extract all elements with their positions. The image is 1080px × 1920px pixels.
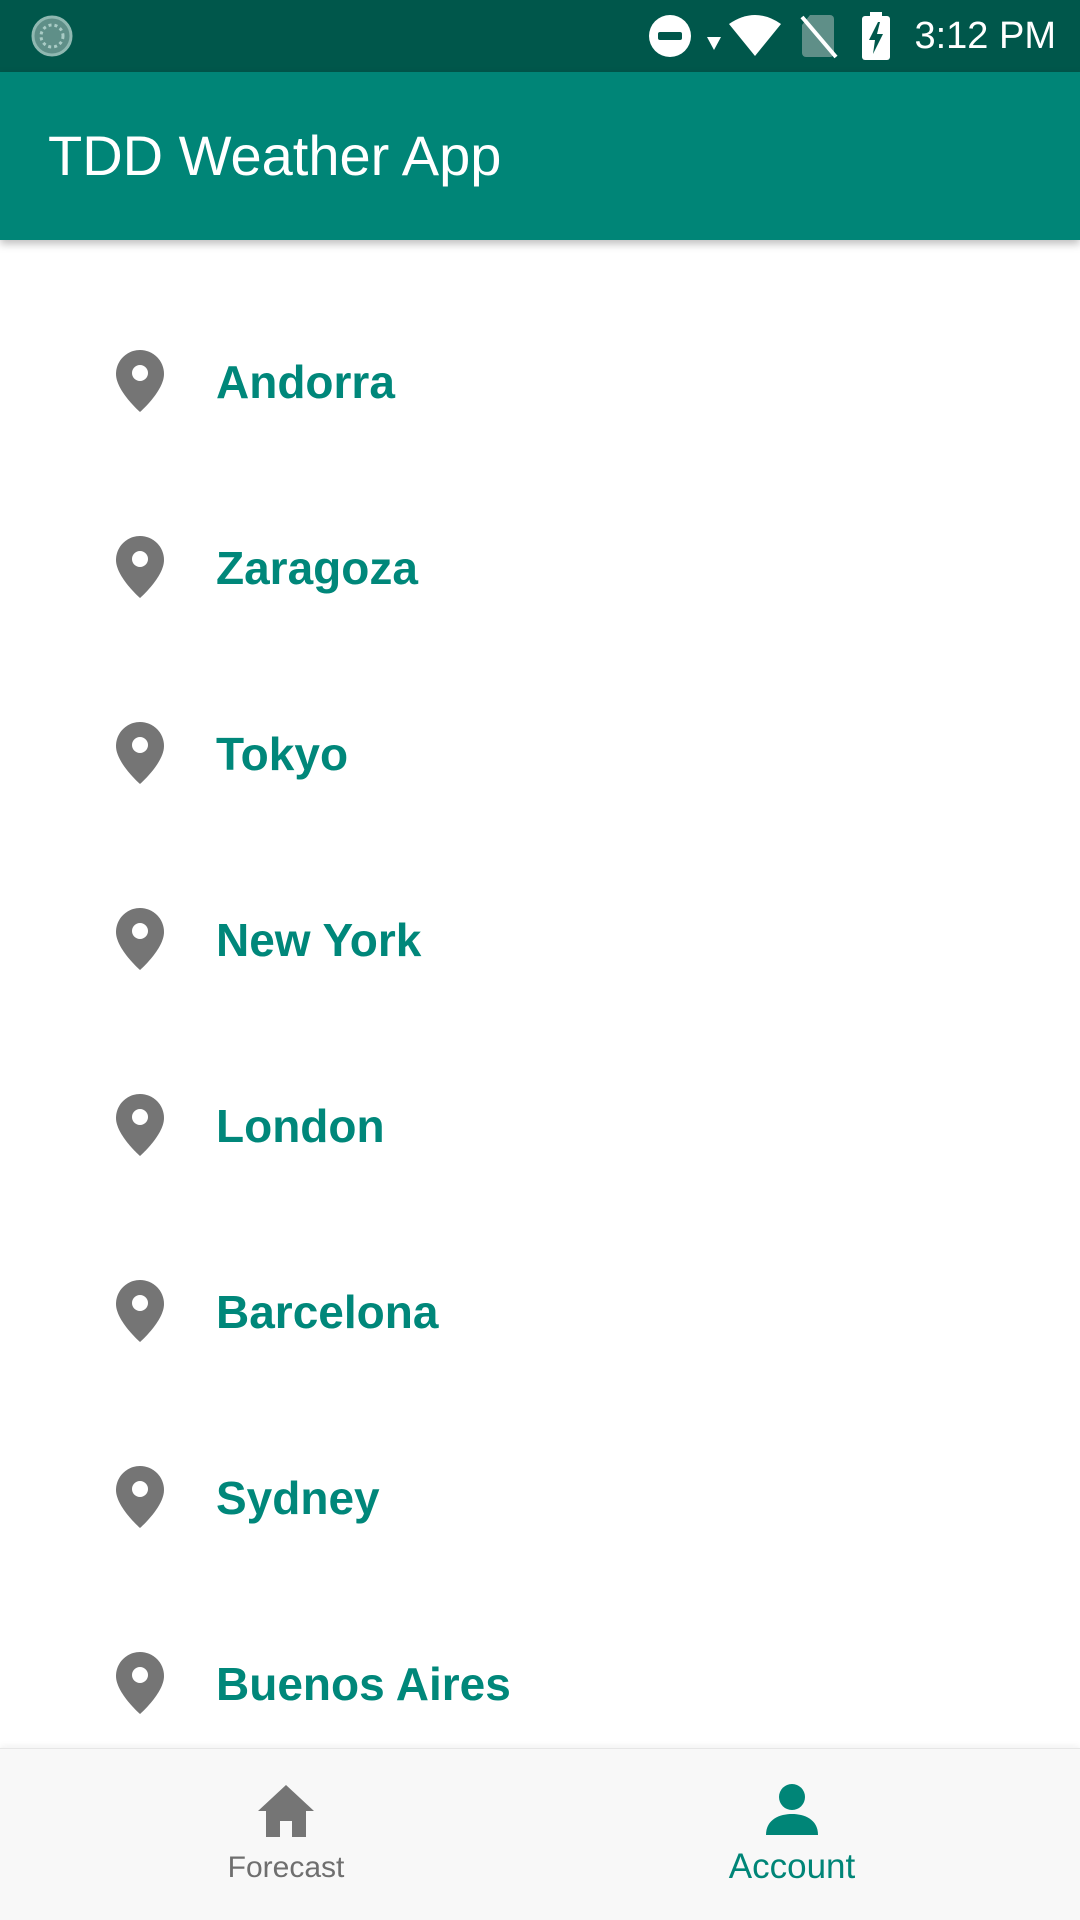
location-pin-icon [116,908,164,970]
list-item[interactable]: London [0,984,1080,1170]
nav-item-forecast[interactable]: Forecast [16,1749,556,1920]
app-bar: TDD Weather App [0,72,1080,240]
location-pin-icon [116,350,164,412]
city-name: Andorra [216,356,395,408]
city-name: Tokyo [216,728,349,780]
location-pin-icon [116,536,164,598]
status-time: 3:12 PM [914,14,1056,57]
location-pin-icon [116,1466,164,1528]
nav-label-account: Account [728,1847,856,1886]
data-arrow-icon [706,35,722,51]
location-pin-icon [116,722,164,784]
person-icon [760,1779,824,1843]
status-icons: 3:12 PM [630,0,1056,72]
nav-label-forecast: Forecast [227,1851,345,1884]
location-pin-icon [116,1280,164,1342]
sync-icon [30,14,74,58]
page-title: TDD Weather App [48,124,502,187]
bottom-navigation: Forecast Account [0,1748,1080,1920]
location-pin-icon [116,1094,164,1156]
city-name: Barcelona [216,1286,439,1338]
list-item[interactable]: Buenos Aires [0,1542,1080,1728]
city-name: Sydney [216,1472,380,1524]
list-item[interactable]: New York [0,798,1080,984]
do-not-disturb-icon [648,14,692,58]
list-item[interactable]: Zaragoza [0,426,1080,612]
wifi-icon [728,14,782,58]
list-item[interactable]: Barcelona [0,1170,1080,1356]
no-sim-icon [800,13,838,59]
nav-item-account[interactable]: Account [522,1749,1062,1920]
list-item[interactable]: Tokyo [0,612,1080,798]
city-name: Zaragoza [216,542,418,594]
location-pin-icon [116,1652,164,1714]
screen: 3:12 PM TDD Weather App Andorra Zaragoza… [0,0,1080,1920]
battery-charging-icon [862,12,891,60]
home-icon [254,1779,318,1843]
status-bar: 3:12 PM [0,0,1080,72]
city-list[interactable]: Andorra Zaragoza Tokyo New York London B… [0,240,1080,1748]
list-item[interactable]: Andorra [0,240,1080,426]
city-name: London [216,1100,385,1152]
city-name: Buenos Aires [216,1658,511,1710]
list-item[interactable]: Sydney [0,1356,1080,1542]
city-name: New York [216,914,422,966]
